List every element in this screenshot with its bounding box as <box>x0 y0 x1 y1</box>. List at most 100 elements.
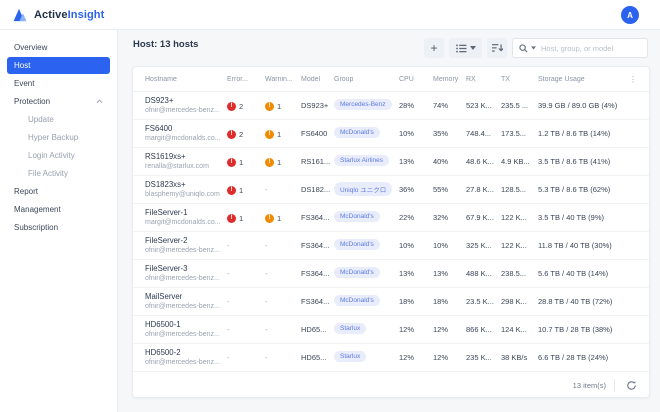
cpu-value: 28% <box>399 101 415 110</box>
sidebar-item-protection[interactable]: Protection <box>7 93 110 110</box>
warning-empty: - <box>265 297 268 306</box>
sidebar-item-label: Report <box>14 187 39 196</box>
sidebar-item-label: Protection <box>14 97 51 106</box>
error-empty: - <box>227 325 230 334</box>
group-tag: Mercedes-Benz <box>334 99 392 110</box>
user-avatar[interactable]: A <box>621 6 639 24</box>
sidebar-item-management[interactable]: Management <box>7 201 110 218</box>
sidebar-item-file-activity[interactable]: File Activity <box>7 165 110 182</box>
sidebar-item-event[interactable]: Event <box>7 75 110 92</box>
host-owner: renalla@starlux.com <box>145 163 209 171</box>
host-model: HD65... <box>301 353 327 362</box>
sidebar-item-label: Update <box>28 115 54 124</box>
warning-badge: ! 1 <box>265 129 281 139</box>
host-name: FileServer-2 <box>145 235 188 245</box>
error-count: 1 <box>239 213 244 223</box>
table-row[interactable]: FileServer-1 margit@mcdonalds.co... ! 1 ! 1… <box>133 204 649 232</box>
column-model[interactable]: Model <box>301 76 334 83</box>
sidebar-item-update[interactable]: Update <box>7 111 110 128</box>
warning-empty: - <box>265 269 268 278</box>
storage-value: 3.5 TB / 40 TB (9%) <box>538 213 605 222</box>
cpu-value: 13% <box>399 269 415 278</box>
column-tx[interactable]: TX <box>501 76 538 83</box>
host-name: FileServer-1 <box>145 207 188 217</box>
main-content: Host: 13 hosts + Host, group, or model H… <box>118 30 660 412</box>
memory-value: 12% <box>433 353 449 362</box>
storage-value: 6.6 TB / 28 TB (24%) <box>538 353 609 362</box>
sidebar-item-label: Host <box>14 61 31 70</box>
error-count: 1 <box>239 185 244 195</box>
memory-value: 12% <box>433 325 449 334</box>
group-tag: McDonald's <box>334 267 380 278</box>
item-count: 13 item(s) <box>572 380 606 390</box>
search-scope-caret-icon[interactable] <box>531 46 536 50</box>
column-rx[interactable]: RX <box>466 76 501 83</box>
sidebar-item-report[interactable]: Report <box>7 183 110 200</box>
table-row[interactable]: DS1823xs+ blasphemy@uniqlo.com ! 1 - DS182… <box>133 176 649 204</box>
column-storage[interactable]: Storage Usage <box>538 76 625 83</box>
refresh-button[interactable] <box>623 377 639 393</box>
table-row[interactable]: HD6500-2 ofnir@mercedes-benz... - - HD65.… <box>133 344 649 372</box>
table-row[interactable]: FileServer-3 ofnir@mercedes-benz... - - F… <box>133 260 649 288</box>
search-input[interactable] <box>539 42 641 54</box>
table-row[interactable]: FileServer-2 ofnir@mercedes-benz... - - F… <box>133 232 649 260</box>
table-row[interactable]: FS6400 margit@mcdonalds.co... ! 2 ! 1 FS640… <box>133 120 649 148</box>
add-host-button[interactable]: + <box>424 38 444 58</box>
host-name: DS1823xs+ <box>145 179 186 189</box>
memory-value: 35% <box>433 129 449 138</box>
memory-value: 18% <box>433 297 449 306</box>
search-icon[interactable] <box>519 43 528 53</box>
brand-logo[interactable]: ActiveInsight <box>13 0 104 29</box>
view-mode-button[interactable] <box>449 38 482 58</box>
table-row[interactable]: MailServer ofnir@mercedes-benz... - - FS3… <box>133 288 649 316</box>
tx-value: 128.5... <box>501 185 527 194</box>
toolbar: + <box>424 38 648 58</box>
error-empty: - <box>227 297 230 306</box>
rx-value: 48.6 K... <box>466 157 494 166</box>
storage-value: 39.9 GB / 89.0 GB (4%) <box>538 101 618 110</box>
column-memory[interactable]: Memory <box>433 76 466 83</box>
sidebar-item-hyper-backup[interactable]: Hyper Backup <box>7 129 110 146</box>
host-model: FS6400 <box>301 129 328 138</box>
warning-empty: - <box>265 325 268 334</box>
cpu-value: 13% <box>399 157 415 166</box>
host-model: DS182... <box>301 185 331 194</box>
table-row[interactable]: RS1619xs+ renalla@starlux.com ! 1 ! 1 RS161… <box>133 148 649 176</box>
group-tag: McDonald's <box>334 127 380 138</box>
error-count: 2 <box>239 101 244 111</box>
sidebar-item-host[interactable]: Host <box>7 57 110 74</box>
rx-value: 27.8 K... <box>466 185 494 194</box>
host-owner: margit@mcdonalds.co... <box>145 219 221 227</box>
error-empty: - <box>227 241 230 250</box>
host-owner: ofnir@mercedes-benz... <box>145 275 220 283</box>
memory-value: 10% <box>433 241 449 250</box>
rx-value: 488 K... <box>466 269 492 278</box>
memory-value: 74% <box>433 101 449 110</box>
sort-button[interactable] <box>487 38 507 58</box>
sidebar-item-label: Management <box>14 205 61 214</box>
column-warning[interactable]: Warnin... <box>265 76 301 83</box>
table-row[interactable]: DS923+ ofnir@mercedes-benz... ! 2 ! 1 DS923… <box>133 92 649 120</box>
memory-value: 13% <box>433 269 449 278</box>
host-owner: margit@mcdonalds.co... <box>145 135 221 143</box>
column-cpu[interactable]: CPU <box>399 76 433 83</box>
error-icon: ! <box>227 185 236 195</box>
sidebar-item-login-activity[interactable]: Login Activity <box>7 147 110 164</box>
host-model: FS364... <box>301 213 330 222</box>
rx-value: 235 K... <box>466 353 492 362</box>
error-count: 1 <box>239 157 244 167</box>
storage-value: 1.2 TB / 8.6 TB (14%) <box>538 129 611 138</box>
column-options-icon[interactable]: ⋮ <box>625 75 637 84</box>
column-hostname[interactable]: Hostname <box>145 76 227 83</box>
memory-value: 55% <box>433 185 449 194</box>
tx-value: 298 K... <box>501 297 527 306</box>
sidebar-item-subscription[interactable]: Subscription <box>7 219 110 236</box>
warning-empty: - <box>265 353 268 362</box>
column-group[interactable]: Group <box>334 76 399 83</box>
rx-value: 23.5 K... <box>466 297 494 306</box>
sidebar-item-overview[interactable]: Overview <box>7 39 110 56</box>
column-error[interactable]: Error... <box>227 76 265 83</box>
table-row[interactable]: HD6500-1 ofnir@mercedes-benz... - - HD65.… <box>133 316 649 344</box>
chevron-down-icon <box>469 46 476 50</box>
warning-icon: ! <box>265 129 274 139</box>
